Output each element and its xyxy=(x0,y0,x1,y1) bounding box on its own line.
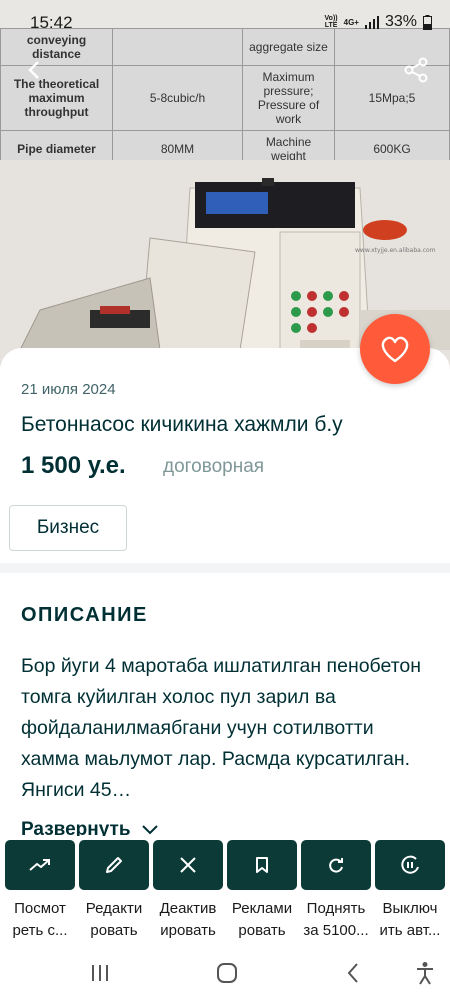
section-divider xyxy=(0,563,450,573)
bookmark-icon xyxy=(256,857,268,873)
bump-action[interactable]: Поднять за 5100... xyxy=(301,840,371,942)
refresh-icon xyxy=(329,858,343,873)
favorite-button[interactable] xyxy=(360,314,430,384)
description-heading: ОПИСАНИЕ xyxy=(21,604,148,626)
action-label: Выключ ить авт... xyxy=(379,900,441,939)
chevron-down-icon xyxy=(141,825,158,835)
action-label: Деактив ировать xyxy=(159,900,217,939)
back-button[interactable] xyxy=(16,52,52,88)
status-icons: Vo)) LTE 4G+ 33% xyxy=(325,13,432,31)
spec-cell: Pipe diameter xyxy=(17,142,96,156)
auto-renew-button[interactable] xyxy=(375,840,445,890)
recents-icon xyxy=(92,965,108,981)
spec-cell: 5-8cubic/h xyxy=(149,91,206,105)
spec-cell: 15Mpa;5 xyxy=(368,91,416,105)
action-label: Редакти ровать xyxy=(85,900,143,939)
listing-price: 1 500 у.е. xyxy=(21,452,126,479)
spec-cell: 600KG xyxy=(373,142,411,156)
machine-site-text: www.xtyjje.en.alibaba.com xyxy=(355,247,436,254)
view-stats-button[interactable] xyxy=(5,840,75,890)
spec-cell: Machine weight xyxy=(265,135,312,163)
pause-circle-icon xyxy=(401,855,419,874)
status-time: 15:42 xyxy=(30,13,73,32)
share-icon xyxy=(404,57,428,83)
close-icon xyxy=(180,857,196,873)
accessibility-button[interactable] xyxy=(410,960,440,986)
signal-icon xyxy=(364,15,379,29)
auto-renew-action[interactable]: Выключ ить авт... xyxy=(375,840,445,942)
view-stats-action[interactable]: Посмот реть с... xyxy=(5,840,75,942)
pencil-icon xyxy=(106,857,122,873)
action-label: Посмот реть с... xyxy=(12,900,68,939)
spec-table: conveying distance aggregate size The th… xyxy=(0,28,450,168)
heart-icon xyxy=(381,336,409,363)
promote-button[interactable] xyxy=(227,840,297,890)
spec-cell: Maximum pressure; Pressure of work xyxy=(257,70,320,126)
chevron-left-icon xyxy=(28,61,39,79)
promote-action[interactable]: Реклами ровать xyxy=(227,840,297,942)
edit-action[interactable]: Редакти ровать xyxy=(79,840,149,942)
deactivate-button[interactable] xyxy=(153,840,223,890)
price-negotiable-label: договорная xyxy=(163,456,265,477)
listing-date: 21 июля 2024 xyxy=(21,381,116,398)
deactivate-action[interactable]: Деактив ировать xyxy=(153,840,223,942)
recent-apps-button[interactable] xyxy=(85,960,115,986)
network-type: 4G+ xyxy=(343,17,359,27)
bump-button[interactable] xyxy=(301,840,371,890)
listing-title: Бетоннасос кичикина хажмли б.у xyxy=(21,413,343,436)
action-label: Реклами ровать xyxy=(231,900,293,939)
trending-up-icon xyxy=(29,859,50,871)
spec-cell: 80MM xyxy=(160,142,195,156)
back-nav-button[interactable] xyxy=(338,960,368,986)
battery-percent: 33% xyxy=(384,13,417,30)
edit-button[interactable] xyxy=(79,840,149,890)
description-text: Бор йуги 4 маротаба ишлатилган пенобетон… xyxy=(21,655,422,801)
status-bar: 15:42 Vo)) LTE 4G+ 33% xyxy=(0,0,450,44)
share-button[interactable] xyxy=(398,52,434,88)
home-button[interactable] xyxy=(212,960,242,986)
action-label: Поднять за 5100... xyxy=(303,900,369,939)
owner-action-bar: Посмот реть с... Редакти ровать Деактив иро… xyxy=(0,836,450,948)
accessibility-icon xyxy=(417,962,433,985)
volte-indicator: Vo)) LTE xyxy=(324,15,338,29)
home-icon xyxy=(217,963,237,983)
back-icon xyxy=(347,963,358,983)
battery-icon xyxy=(423,14,432,30)
business-badge[interactable]: Бизнес xyxy=(9,505,127,551)
system-nav-bar xyxy=(0,948,450,1000)
